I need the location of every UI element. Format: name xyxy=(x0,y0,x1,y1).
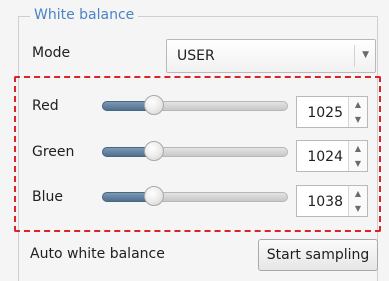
chevron-down-icon[interactable]: ▼ xyxy=(349,156,367,171)
green-value: 1024 xyxy=(307,149,343,165)
red-spinbox[interactable]: 1025 ▲ ▼ xyxy=(296,96,368,128)
red-value: 1025 xyxy=(307,105,343,121)
blue-value: 1038 xyxy=(307,194,343,210)
white-balance-panel: White balance Mode USER ▼ Red 1025 ▲ ▼ G… xyxy=(0,0,389,281)
slider-handle[interactable] xyxy=(144,141,164,161)
chevron-up-icon[interactable]: ▲ xyxy=(349,186,367,201)
blue-slider[interactable] xyxy=(102,186,288,206)
red-slider[interactable] xyxy=(102,95,288,115)
chevron-up-icon[interactable]: ▲ xyxy=(349,141,367,156)
mode-combobox[interactable]: USER ▼ xyxy=(166,39,376,73)
green-slider[interactable] xyxy=(102,141,288,161)
spin-buttons: ▲ ▼ xyxy=(348,186,367,216)
chevron-down-icon[interactable]: ▼ xyxy=(349,112,367,127)
chevron-down-icon[interactable]: ▼ xyxy=(349,201,367,216)
auto-wb-label: Auto white balance xyxy=(30,246,165,262)
combo-separator xyxy=(354,45,355,67)
group-title: White balance xyxy=(30,6,139,24)
red-label: Red xyxy=(32,98,59,114)
green-label: Green xyxy=(32,144,75,160)
blue-spinbox[interactable]: 1038 ▲ ▼ xyxy=(296,185,368,217)
mode-selected-value: USER xyxy=(177,48,215,64)
blue-label: Blue xyxy=(32,189,63,205)
chevron-down-icon[interactable]: ▼ xyxy=(362,50,369,60)
start-sampling-button[interactable]: Start sampling xyxy=(258,239,378,271)
spin-buttons: ▲ ▼ xyxy=(348,141,367,171)
slider-handle[interactable] xyxy=(144,95,164,115)
mode-label: Mode xyxy=(32,45,71,61)
chevron-up-icon[interactable]: ▲ xyxy=(349,97,367,112)
slider-handle[interactable] xyxy=(144,186,164,206)
spin-buttons: ▲ ▼ xyxy=(348,97,367,127)
green-spinbox[interactable]: 1024 ▲ ▼ xyxy=(296,140,368,172)
